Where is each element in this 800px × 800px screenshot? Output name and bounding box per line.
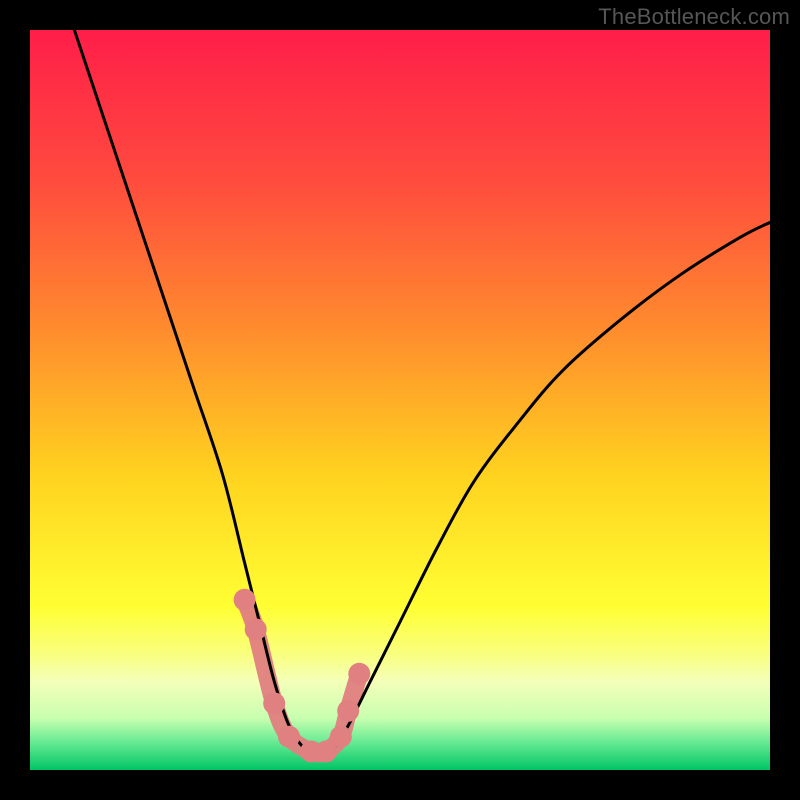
- marker-dot: [348, 663, 370, 685]
- chart-frame: TheBottleneck.com: [0, 0, 800, 800]
- bottleneck-curve: [74, 30, 770, 755]
- marker-dot: [234, 589, 256, 611]
- marker-dot: [245, 618, 267, 640]
- marker-dot: [263, 692, 285, 714]
- chart-svg: [30, 30, 770, 770]
- marker-dot: [278, 726, 300, 748]
- marker-dot: [337, 700, 359, 722]
- marker-dot: [330, 726, 352, 748]
- plot-area: [30, 30, 770, 770]
- watermark-text: TheBottleneck.com: [598, 4, 790, 30]
